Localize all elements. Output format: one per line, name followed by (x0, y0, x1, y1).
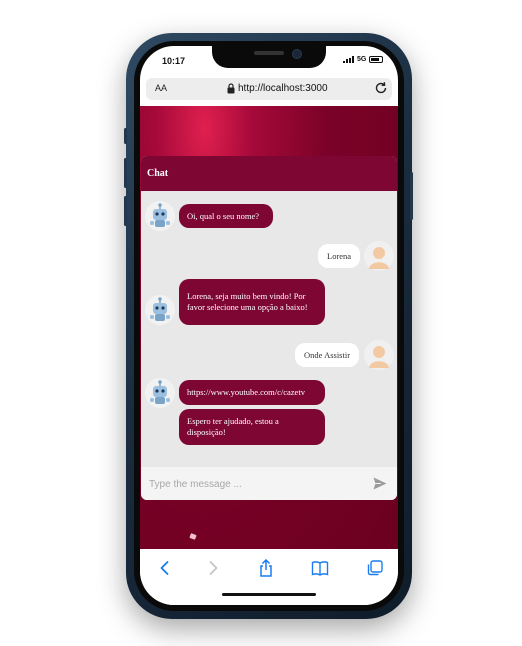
speaker (254, 51, 284, 55)
chat-widget: Chat Oi, qual o seu nome? Lorena Lorena,… (141, 156, 397, 500)
bot-avatar (145, 201, 175, 231)
user-icon (369, 346, 389, 368)
reload-icon[interactable] (374, 81, 388, 95)
send-icon[interactable] (373, 477, 387, 490)
battery-icon (369, 56, 384, 63)
message-composer (141, 467, 397, 500)
browser-toolbar (140, 549, 398, 605)
bot-avatar (145, 378, 175, 408)
lock-icon (227, 83, 235, 94)
chat-title: Chat (141, 156, 397, 191)
bot-icon (150, 297, 170, 321)
bot-icon (150, 203, 170, 227)
signal-icon (343, 56, 354, 63)
bot-message: Espero ter ajudado, estou a disposição! (179, 409, 325, 445)
user-message: Lorena (318, 244, 361, 268)
web-content: Chat Oi, qual o seu nome? Lorena Lorena,… (140, 106, 398, 549)
user-icon (369, 247, 389, 269)
forward-icon[interactable] (204, 559, 222, 577)
notch (212, 46, 326, 68)
bot-message: Lorena, seja muito bem vindo! Por favor … (179, 279, 325, 325)
home-indicator[interactable] (222, 593, 316, 596)
user-avatar (364, 241, 394, 271)
message-input[interactable] (147, 473, 361, 495)
phone-power-button (410, 172, 413, 220)
bot-message-link[interactable]: https://www.youtube.com/c/cazetv (179, 380, 325, 405)
back-icon[interactable] (156, 559, 174, 577)
bookmarks-icon[interactable] (311, 559, 329, 577)
phone-volume-up (124, 158, 127, 188)
user-message: Onde Assistir (295, 343, 360, 367)
share-icon[interactable] (257, 559, 275, 577)
bot-icon (150, 380, 170, 404)
status-indicators: 5G (343, 56, 384, 63)
address-bar[interactable]: AA http://localhost:3000 (146, 78, 392, 100)
phone-volume-down (124, 196, 127, 226)
status-time: 10:17 (162, 56, 186, 66)
message-list: Oi, qual o seu nome? Lorena Lorena, seja… (141, 191, 397, 467)
background-sparkle (189, 533, 197, 540)
front-camera (292, 49, 302, 59)
user-avatar (364, 340, 394, 370)
network-label: 5G (357, 56, 367, 63)
url-text[interactable]: http://localhost:3000 (238, 83, 328, 94)
bot-message: Oi, qual o seu nome? (179, 204, 273, 228)
phone-screen: 10:17 5G AA http://localhost:3000 Chat O… (140, 46, 398, 605)
text-size-button[interactable]: AA (155, 83, 167, 93)
phone-side-button (124, 128, 127, 144)
bot-avatar (145, 295, 175, 325)
tabs-icon[interactable] (366, 559, 384, 577)
